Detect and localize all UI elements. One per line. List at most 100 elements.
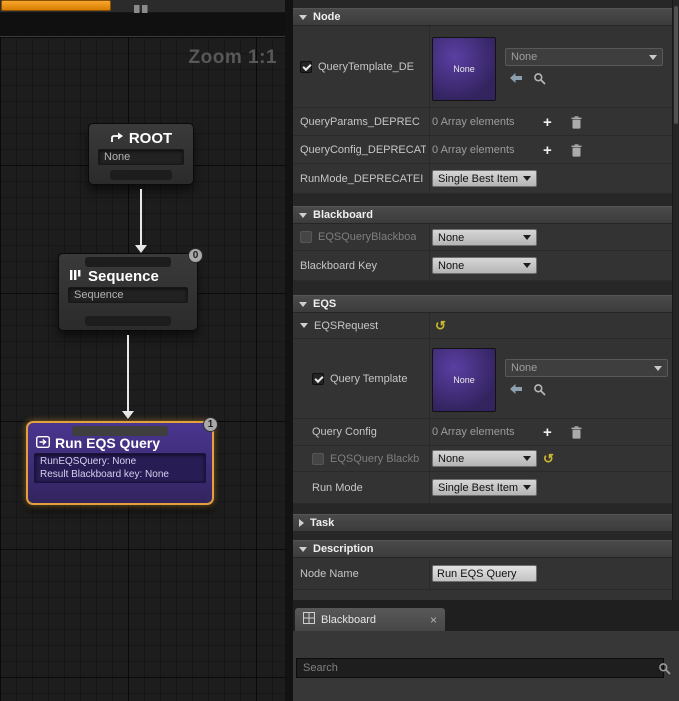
thumbnail-label: None [453,375,475,385]
chevron-down-icon [523,235,531,240]
task-node-icon [35,435,51,451]
use-selected-asset-button[interactable] [509,72,523,84]
panel-splitter[interactable] [285,0,293,701]
section-header-task[interactable]: Task [293,514,679,532]
property-label: Run Mode [312,481,363,494]
section-gap [293,532,679,540]
toolbar-frames-icon[interactable] [133,1,149,19]
section-title: Blackboard [313,209,373,221]
graph-toolbar [0,0,285,13]
expand-arrow-icon [299,14,307,20]
toolbar-active-mode-button[interactable] [1,0,111,11]
column-divider [429,558,430,589]
runmode-dropdown[interactable]: Single Best Item [432,170,537,187]
property-row-blackboardkey: Blackboard Key None [293,251,679,281]
behavior-tree-editor: Zoom 1:1 ROOT None Sequence Sequence 0 R… [0,0,679,701]
blackboard-key-dropdown[interactable]: None [432,257,537,274]
property-row-eqsqueryblackboardkey: EQSQueryBlackboa None [293,224,679,251]
details-scrollbar[interactable] [672,0,679,600]
add-element-button[interactable]: + [543,425,552,440]
run-eqs-input-pin[interactable] [72,426,168,436]
delete-elements-icon[interactable] [571,144,582,157]
add-element-button[interactable]: + [543,143,552,158]
dropdown-value: None [438,452,465,465]
tab-bar: Blackboard × [293,600,679,631]
blackboard-grid-icon [303,612,315,627]
delete-elements-icon[interactable] [571,426,582,439]
column-divider [429,251,430,280]
sequence-output-pin[interactable] [85,316,171,326]
property-label: EQSQuery Blackb [330,452,420,465]
sequence-node-icon [69,268,83,285]
property-row-querytemplate-deprecated: QueryTemplate_DE None None [293,26,679,108]
section-title: EQS [313,298,337,310]
column-divider [429,472,430,503]
section-header-eqs[interactable]: EQS [293,295,679,313]
dropdown-value: None [511,51,538,63]
section-header-description[interactable]: Description [293,540,679,558]
asset-thumbnail[interactable]: None [432,37,496,101]
asset-thumbnail[interactable]: None [432,348,496,412]
column-divider [429,136,430,163]
override-checkbox[interactable] [312,372,324,385]
section-header-node[interactable]: Node [293,8,679,26]
dropdown-value: Single Best Item [438,481,519,494]
runmode-dropdown[interactable]: Single Best Item [432,479,537,496]
reset-to-default-icon[interactable]: ↺ [543,452,554,465]
section-header-blackboard[interactable]: Blackboard [293,206,679,224]
chevron-down-icon [523,263,531,268]
dropdown-value: Single Best Item [438,172,519,185]
override-checkbox[interactable] [300,60,312,73]
blackboard-key-dropdown[interactable]: None [432,450,537,467]
blackboard-panel-body [293,631,679,701]
close-icon[interactable]: × [430,614,437,626]
section-gap [293,504,679,514]
node-run-eqs-query[interactable]: Run EQS Query RunEQSQuery: None Result B… [26,417,218,505]
property-label: Query Config [312,426,377,438]
add-element-button[interactable]: + [543,115,552,130]
dropdown-value: None [438,259,465,272]
delete-elements-icon[interactable] [571,116,582,129]
node-title-label: Run EQS Query [55,435,161,451]
browse-asset-icon[interactable] [533,72,546,85]
property-label: Query Template [330,372,408,385]
chevron-down-icon [523,456,531,461]
property-row-eqsrequest[interactable]: EQSRequest ↺ [293,313,679,339]
search-icon [658,662,671,678]
search-input[interactable] [296,658,664,678]
section-title: Task [310,517,335,529]
node-name-input[interactable] [432,565,537,582]
column-divider [429,339,430,418]
node-sequence[interactable]: Sequence Sequence 0 [58,248,203,331]
node-detail-line: Result Blackboard key: None [40,469,169,480]
execution-index-badge: 1 [203,417,218,432]
sequence-input-pin[interactable] [85,257,171,267]
details-filler [293,590,679,600]
property-label: EQSQueryBlackboa [318,231,417,243]
use-selected-asset-button[interactable] [509,383,523,395]
node-detail-line: RunEQSQuery: None [40,456,137,467]
blackboard-key-dropdown[interactable]: None [432,229,537,246]
connection-arrow [127,335,129,411]
browse-asset-icon[interactable] [533,383,546,396]
root-output-pin[interactable] [110,170,172,180]
property-label: QueryParams_DEPREC [300,115,420,128]
node-subtitle: Sequence [68,287,188,303]
node-root[interactable]: ROOT None [88,123,194,185]
tab-blackboard[interactable]: Blackboard × [295,608,445,631]
graph-canvas[interactable]: Zoom 1:1 ROOT None Sequence Sequence 0 R… [0,36,285,701]
asset-select-dropdown[interactable]: None [505,48,663,66]
asset-select-dropdown[interactable]: None [505,359,668,377]
expand-arrow-icon [300,323,308,328]
override-checkbox-disabled [300,231,312,243]
override-checkbox-disabled [312,452,324,465]
property-row-eqsquery-blackboardkey: EQSQuery Blackb None ↺ [293,446,679,472]
scrollbar-thumb[interactable] [674,6,678,124]
connection-arrowhead [122,411,134,419]
blackboard-panel: Blackboard × [293,600,679,701]
reset-to-default-icon[interactable]: ↺ [435,319,446,332]
column-divider [429,224,430,250]
property-row-queryparams-deprecated: QueryParams_DEPREC 0 Array elements + [293,108,679,136]
array-elements-count: 0 Array elements [432,143,515,156]
node-subtitle: None [98,149,184,165]
